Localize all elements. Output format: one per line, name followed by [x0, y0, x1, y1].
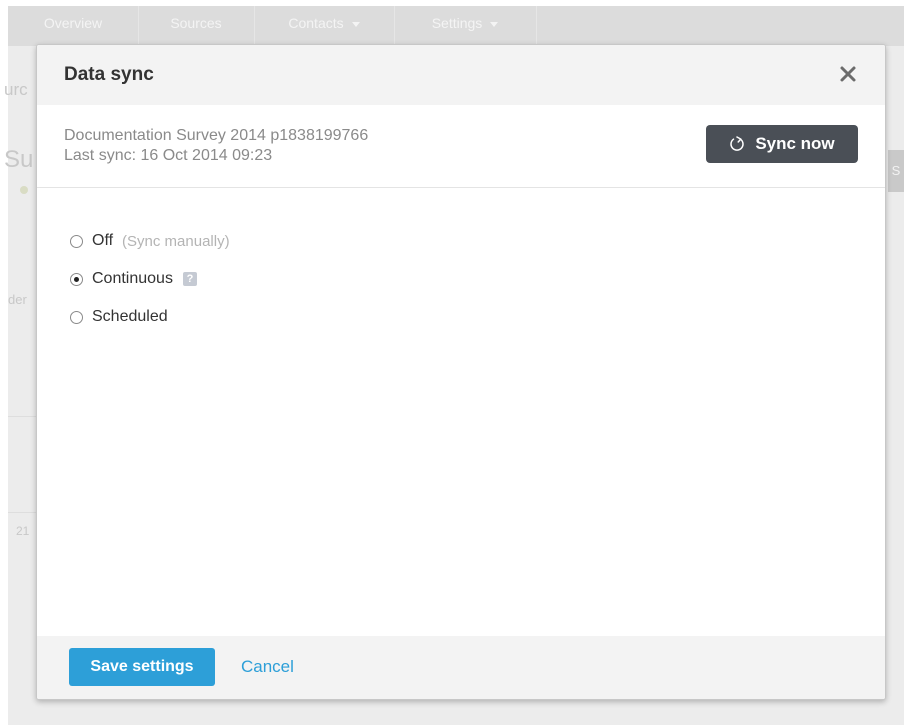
page: Overview Sources Contacts Settings urc S… — [0, 0, 904, 725]
bg-tab-overview: Overview — [8, 6, 139, 46]
option-scheduled-label: Scheduled — [92, 308, 168, 325]
bg-tab-settings: Settings — [394, 6, 537, 46]
bg-caret-icon — [351, 21, 360, 27]
dialog-header: Data sync — [37, 45, 885, 105]
bg-left-number: 21 — [16, 524, 30, 538]
help-icon[interactable]: ? — [182, 272, 197, 286]
background-top-nav: Overview Sources Contacts Settings — [8, 6, 904, 46]
sync-now-label: Sync now — [755, 134, 835, 153]
bg-divider — [8, 512, 36, 513]
bg-left-big-text: Su — [4, 146, 34, 173]
bg-right-tab: S — [888, 150, 904, 192]
cancel-link[interactable]: Cancel — [241, 657, 294, 677]
bg-tab-sources: Sources — [138, 6, 255, 46]
radio-continuous[interactable] — [70, 272, 83, 286]
data-sync-dialog: Data sync Documentation Survey 2014 p183… — [36, 44, 886, 700]
bg-tab-contacts: Contacts — [254, 6, 395, 46]
dialog-footer: Save settings Cancel — [37, 636, 885, 699]
survey-name: Documentation Survey 2014 p1838199766 — [64, 127, 369, 144]
refresh-icon — [730, 136, 745, 151]
last-sync-time: Last sync: 16 Oct 2014 09:23 — [64, 147, 273, 164]
dialog-title: Data sync — [64, 64, 154, 85]
option-off-hint: (Sync manually) — [122, 232, 230, 250]
bg-caret-icon — [490, 21, 499, 27]
close-icon-glyph — [840, 66, 856, 82]
radio-scheduled[interactable] — [70, 310, 83, 324]
bg-left-heading: urc — [4, 80, 28, 99]
option-off-label: Off — [92, 232, 114, 249]
bg-status-dot — [20, 186, 28, 194]
option-continuous-label: Continuous — [92, 270, 173, 287]
close-icon[interactable] — [837, 63, 859, 85]
bg-divider — [8, 416, 36, 417]
bg-left-small-text: der — [8, 292, 27, 307]
option-scheduled[interactable]: Scheduled — [70, 307, 168, 327]
option-off[interactable]: Off (Sync manually) — [70, 231, 230, 251]
option-continuous[interactable]: Continuous ? — [70, 269, 197, 289]
save-settings-button[interactable]: Save settings — [69, 648, 215, 686]
sync-info: Documentation Survey 2014 p1838199766 La… — [37, 105, 885, 188]
radio-off[interactable] — [70, 234, 83, 248]
sync-now-button[interactable]: Sync now — [706, 125, 858, 163]
